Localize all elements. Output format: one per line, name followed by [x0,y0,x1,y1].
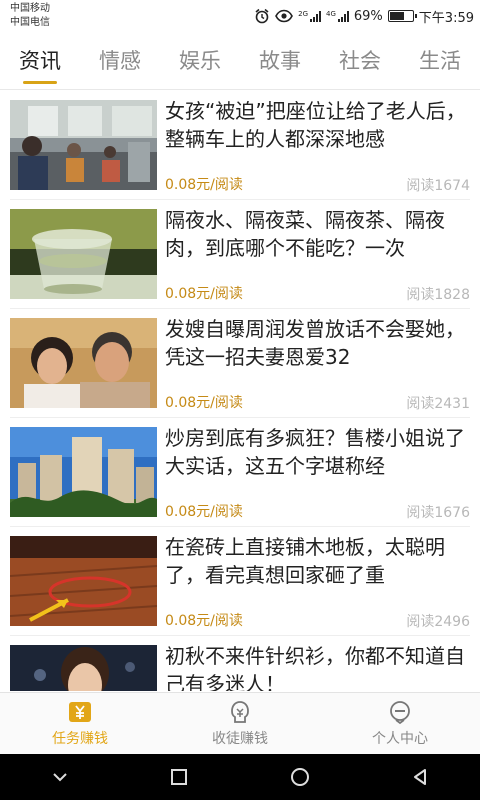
tab-society[interactable]: 社会 [333,32,387,90]
battery-fill [389,12,405,20]
article-title: 在瓷砖上直接铺木地板，太聪明了，看完真想回家砸了重 [165,535,445,587]
tab-stories[interactable]: 故事 [253,32,307,90]
article-thumbnail [10,427,157,517]
article-title: 炒房到底有多疯狂？售楼小姐说了大实话，这五个字堪称经 [165,426,465,478]
nav-label: 任务赚钱 [52,731,108,747]
clock: 下午3:59 [418,10,474,26]
article-read-count: 阅读1676 [406,505,470,521]
alarm-icon [255,8,269,24]
status-bar: 中国移动 中国电信 2G 4G 69% 下午3:59 [0,0,480,32]
article-item[interactable]: 隔夜水、隔夜菜、隔夜茶、隔夜肉，到底哪个不能吃？一次 0.08元/阅读 阅读18… [10,200,470,309]
yuan-icon [69,702,91,722]
article-reward: 0.08元/阅读 [165,286,243,302]
signal-icon-2: 4G [326,10,349,22]
article-item[interactable]: 初秋不来件针织衫，你都不知道自己有多迷人！ [10,636,470,691]
category-tabs: 资讯 情感 娱乐 故事 社会 生活 [0,32,480,90]
nav-apprentice-earn[interactable]: 收徒赚钱 [160,693,320,754]
eye-icon [275,9,294,23]
hide-keyboard-icon[interactable] [49,766,71,788]
article-title: 隔夜水、隔夜菜、隔夜茶、隔夜肉，到底哪个不能吃？一次 [165,208,445,260]
article-thumbnail [10,645,157,691]
nav-profile[interactable]: 个人中心 [320,693,480,754]
article-read-count: 阅读2431 [406,396,470,412]
nav-label: 收徒赚钱 [212,731,268,747]
back-icon[interactable] [409,766,431,788]
bottom-navigation: 任务赚钱 收徒赚钱 个人中心 [0,692,480,754]
article-item[interactable]: 在瓷砖上直接铺木地板，太聪明了，看完真想回家砸了重 0.08元/阅读 阅读249… [10,527,470,636]
article-title: 女孩“被迫”把座位让给了老人后，整辆车上的人都深深地感 [165,99,466,151]
article-read-count: 阅读1674 [406,178,470,194]
tab-entertainment[interactable]: 娱乐 [173,32,227,90]
system-navigation-bar [0,754,480,800]
article-item[interactable]: 发嫂自曝周润发曾放话不会娶她，凭这一招夫妻恩爱32 0.08元/阅读 阅读243… [10,309,470,418]
article-item[interactable]: 女孩“被迫”把座位让给了老人后，整辆车上的人都深深地感 0.08元/阅读 阅读1… [10,91,470,200]
signal-icon-1: 2G [298,10,321,22]
tab-news[interactable]: 资讯 [13,32,67,90]
carrier-2: 中国电信 [10,17,50,28]
nav-task-earn[interactable]: 任务赚钱 [0,693,160,754]
tab-life[interactable]: 生活 [413,32,467,90]
battery-percent: 69% [353,8,383,24]
nav-label: 个人中心 [372,731,428,747]
carrier-1: 中国移动 [10,3,50,14]
home-icon[interactable] [288,765,312,789]
network-type-1: 2G [298,10,308,18]
article-thumbnail [10,209,157,299]
article-reward: 0.08元/阅读 [165,613,243,629]
article-reward: 0.08元/阅读 [165,504,243,520]
article-reward: 0.08元/阅读 [165,177,243,193]
article-item[interactable]: 炒房到底有多疯狂？售楼小姐说了大实话，这五个字堪称经 0.08元/阅读 阅读16… [10,418,470,527]
article-title: 发嫂自曝周润发曾放话不会娶她，凭这一招夫妻恩爱32 [165,317,465,369]
article-read-count: 阅读1828 [406,287,470,303]
article-thumbnail [10,536,157,626]
article-title: 初秋不来件针织衫，你都不知道自己有多迷人！ [165,644,465,691]
network-type-2: 4G [326,10,336,18]
article-read-count: 阅读2496 [406,614,470,630]
article-thumbnail [10,318,157,408]
article-thumbnail [10,100,157,190]
tab-emotion[interactable]: 情感 [93,32,147,90]
recents-icon[interactable] [168,766,190,788]
profile-icon [390,701,410,725]
apprentice-icon [231,701,249,723]
article-reward: 0.08元/阅读 [165,395,243,411]
article-feed[interactable]: 女孩“被迫”把座位让给了老人后，整辆车上的人都深深地感 0.08元/阅读 阅读1… [0,91,480,691]
battery-icon [387,10,417,22]
carrier-info: 中国移动 中国电信 [10,2,50,30]
